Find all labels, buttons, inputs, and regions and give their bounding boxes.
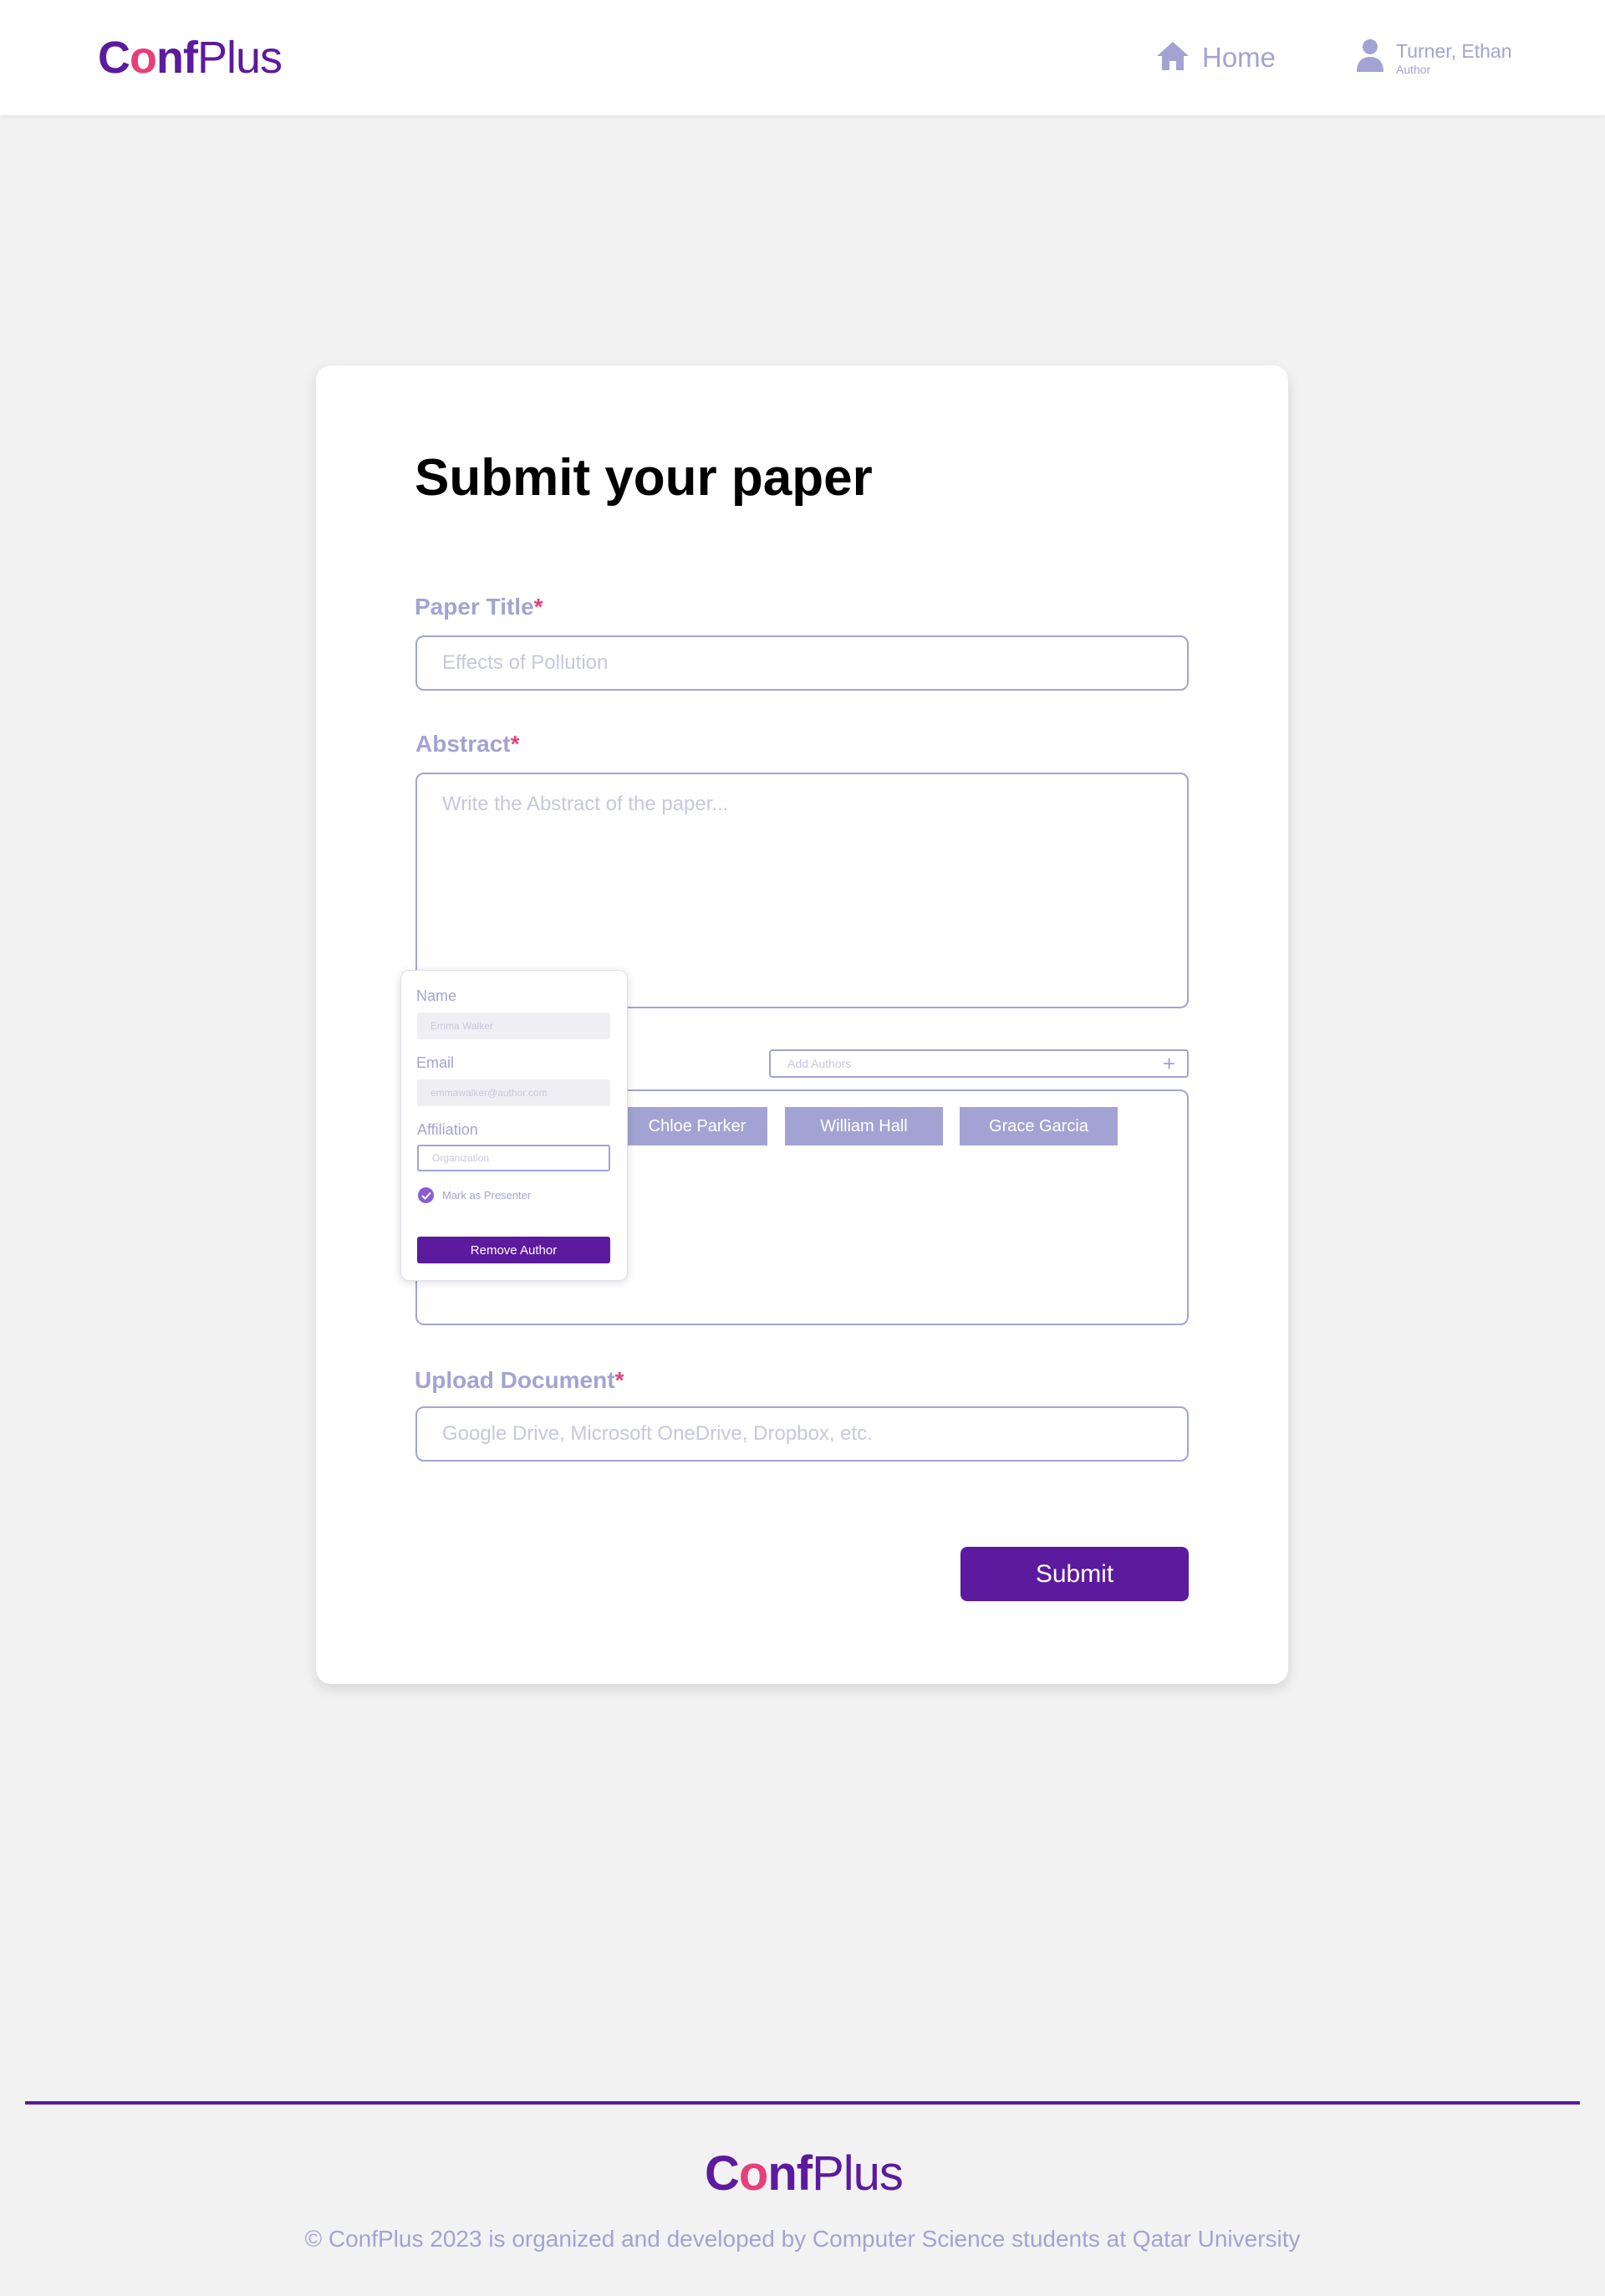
confplus-logo[interactable]: ConfPlus: [98, 32, 283, 84]
logo-letter-o: o: [130, 33, 157, 83]
logo-letter-c: C: [705, 2146, 740, 2201]
logo-letter-c: C: [98, 33, 130, 83]
popup-name-field[interactable]: Emma Walker: [417, 1013, 610, 1039]
user-role: Author: [1396, 62, 1431, 76]
mark-presenter-checkbox[interactable]: Mark as Presenter: [418, 1187, 531, 1203]
upload-document-input[interactable]: Google Drive, Microsoft OneDrive, Dropbo…: [415, 1406, 1189, 1462]
user-menu[interactable]: Turner, Ethan Author: [1356, 38, 1512, 76]
logo-letters-nf: nf: [156, 33, 198, 83]
author-chip[interactable]: William Hall: [785, 1107, 943, 1145]
add-authors-input[interactable]: Add Authors +: [769, 1049, 1189, 1078]
popup-email-field[interactable]: emmawalker@author.com: [417, 1079, 610, 1106]
logo-plus: Plus: [812, 2146, 904, 2201]
add-authors-placeholder: Add Authors: [787, 1057, 852, 1070]
logo-letter-o: o: [738, 2146, 768, 2201]
author-chip[interactable]: Grace Garcia: [960, 1107, 1118, 1145]
popup-email-label: Email: [416, 1054, 455, 1071]
author-chip[interactable]: Chloe Parker: [627, 1107, 767, 1145]
presenter-label: Mark as Presenter: [442, 1189, 532, 1202]
popup-affiliation-input[interactable]: Organization: [417, 1145, 610, 1171]
home-icon: [1155, 40, 1190, 76]
abstract-label: Abstract*: [415, 731, 520, 757]
logo-letters-nf: nf: [767, 2146, 813, 2201]
footer-logo: ConfPlus: [705, 2145, 904, 2202]
required-mark: *: [510, 731, 520, 757]
user-avatar-icon: [1356, 38, 1384, 76]
popup-affiliation-label: Affiliation: [417, 1121, 478, 1138]
paper-title-input[interactable]: Effects of Pollution: [415, 635, 1189, 691]
remove-author-button[interactable]: Remove Author: [417, 1237, 610, 1263]
required-mark: *: [614, 1367, 624, 1393]
logo-plus: Plus: [196, 33, 283, 83]
footer-copyright: © ConfPlus 2023 is organized and develop…: [304, 2226, 1301, 2252]
footer-divider: [25, 2101, 1580, 2105]
nav-home-link[interactable]: Home: [1155, 37, 1276, 79]
nav-home-label: Home: [1202, 42, 1276, 73]
upload-document-label: Upload Document*: [415, 1367, 624, 1393]
top-header: ConfPlus Home Turner, Ethan Author: [0, 0, 1605, 115]
paper-title-label: Paper Title*: [415, 594, 543, 620]
submit-button[interactable]: Submit: [960, 1547, 1189, 1601]
add-author-plus-icon[interactable]: +: [1163, 1053, 1175, 1074]
page-title: Submit your paper: [415, 449, 873, 507]
required-mark: *: [533, 594, 543, 620]
checkmark-icon: [418, 1187, 434, 1203]
user-name: Turner, Ethan: [1396, 39, 1512, 62]
popup-name-label: Name: [416, 987, 457, 1004]
